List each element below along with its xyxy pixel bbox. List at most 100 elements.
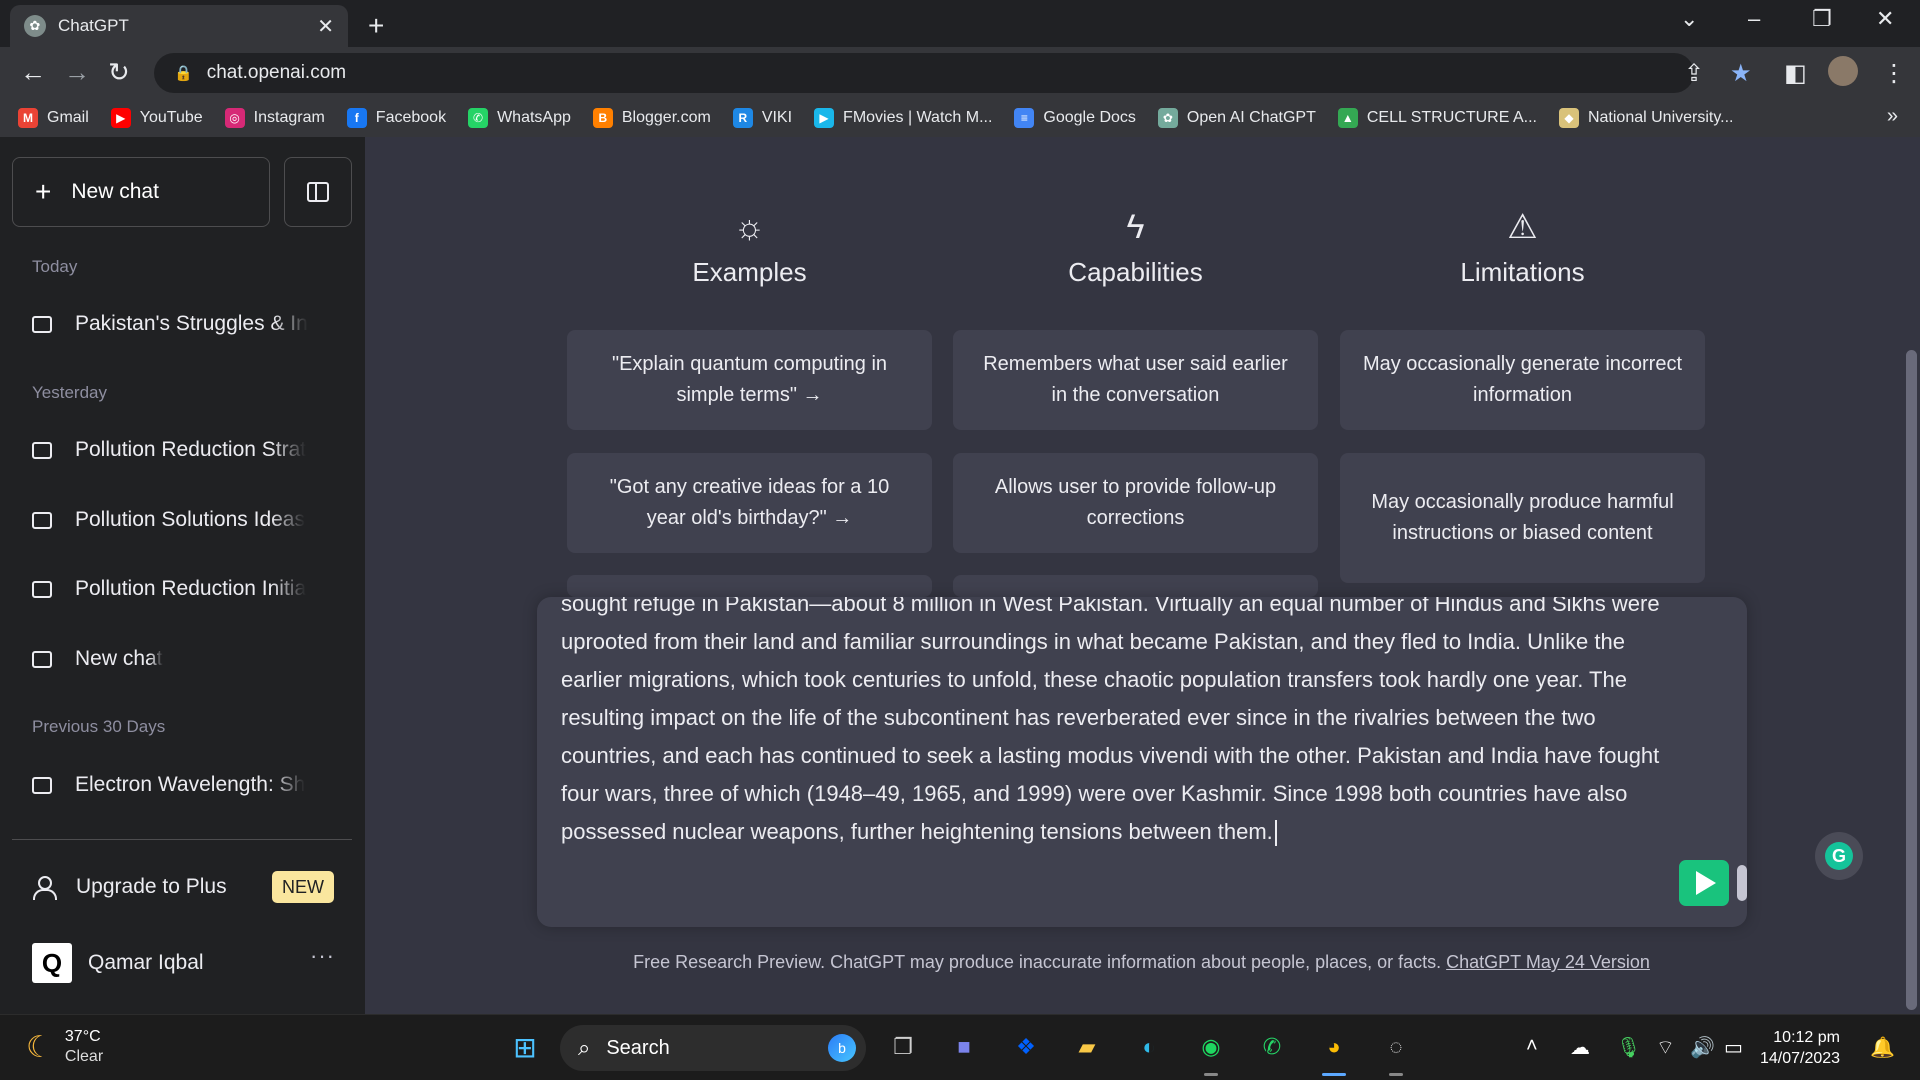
message-input-text[interactable]: sought refuge in Pakistan—about 8 millio… bbox=[561, 597, 1681, 851]
send-button[interactable] bbox=[1679, 860, 1729, 906]
bookmark-favicon-icon: B bbox=[592, 108, 613, 128]
bing-icon[interactable]: b bbox=[828, 1034, 856, 1062]
account-button[interactable]: Q Qamar Iqbal bbox=[32, 943, 204, 983]
clock-time: 10:12 pm bbox=[1773, 1029, 1840, 1046]
upgrade-label: Upgrade to Plus bbox=[76, 875, 227, 898]
sidebar-toggle-button[interactable] bbox=[284, 157, 352, 227]
bookmark-item[interactable]: ▶ FMovies | Watch M... bbox=[814, 108, 992, 128]
running-indicator bbox=[1204, 1073, 1218, 1076]
bookmark-favicon-icon: R bbox=[732, 108, 753, 128]
bookmark-favicon-icon: ▶ bbox=[814, 108, 835, 128]
conversation-item[interactable]: Pakistan's Struggles & In bbox=[32, 312, 332, 336]
card-text: May occasionally generate incorrect info… bbox=[1362, 353, 1683, 406]
column-title: Capabilities bbox=[1068, 257, 1203, 287]
battery-icon[interactable]: ▭ bbox=[1724, 1035, 1743, 1060]
tab-close-icon[interactable]: ✕ bbox=[317, 14, 334, 39]
upgrade-to-plus-button[interactable]: Upgrade to Plus bbox=[32, 875, 227, 900]
bookmark-item[interactable]: ▲ CELL STRUCTURE A... bbox=[1337, 108, 1537, 128]
bookmarks-more-icon[interactable]: » bbox=[1887, 105, 1898, 128]
restore-icon[interactable]: ❐ bbox=[1812, 6, 1832, 32]
main-scrollbar[interactable] bbox=[1906, 350, 1917, 1010]
conversation-item[interactable]: Pollution Reduction Strat bbox=[32, 438, 332, 462]
example-prompt-card[interactable]: "Explain quantum computing in simple ter… bbox=[567, 330, 932, 430]
bookmark-star-icon[interactable]: ★ bbox=[1730, 59, 1752, 88]
column-title: Limitations bbox=[1460, 257, 1585, 287]
conversation-item[interactable]: New chat bbox=[32, 647, 332, 671]
browser-toolbar: ← → ↻ 🔒 chat.openai.com ⇪ ★ ◧ ⋮ bbox=[0, 47, 1920, 99]
example-prompt-card[interactable] bbox=[567, 575, 932, 597]
conversation-title: Pollution Reduction Strat bbox=[75, 438, 307, 461]
notification-icon[interactable]: 🔔 bbox=[1870, 1035, 1895, 1060]
edge-browser-icon[interactable]: ◐ bbox=[1130, 1028, 1168, 1066]
conversation-item[interactable]: Pollution Solutions Ideas bbox=[32, 508, 332, 532]
tab-search-chevron-icon[interactable]: ⌄ bbox=[1680, 6, 1698, 32]
dropbox-icon[interactable]: ❖ bbox=[1007, 1028, 1045, 1066]
limitation-card: May occasionally produce harmful instruc… bbox=[1340, 453, 1705, 583]
task-view-icon[interactable]: ❐ bbox=[884, 1028, 922, 1066]
reload-icon[interactable]: ↻ bbox=[108, 59, 130, 85]
conversation-item[interactable]: Electron Wavelength: Sh bbox=[32, 773, 332, 797]
close-window-icon[interactable]: ✕ bbox=[1876, 6, 1894, 32]
bookmark-item[interactable]: R VIKI bbox=[732, 108, 792, 128]
onedrive-cloud-icon[interactable]: ☁ bbox=[1570, 1035, 1590, 1060]
bookmark-item[interactable]: ✿ Open AI ChatGPT bbox=[1157, 108, 1316, 128]
new-tab-button[interactable]: + bbox=[368, 10, 384, 42]
profile-avatar[interactable] bbox=[1828, 56, 1858, 86]
conversation-title: Pakistan's Struggles & In bbox=[75, 312, 308, 335]
more-options-icon[interactable]: ··· bbox=[310, 943, 335, 969]
chrome-icon[interactable]: ◕ bbox=[1315, 1028, 1353, 1066]
app-icon[interactable]: ◌ bbox=[1377, 1028, 1415, 1066]
chatgpt-favicon-icon: ✿ bbox=[24, 15, 46, 37]
input-scrollbar[interactable] bbox=[1737, 865, 1747, 901]
bookmark-label: Instagram bbox=[253, 109, 325, 126]
search-label: Search bbox=[606, 1036, 670, 1059]
whatsapp-icon[interactable]: ✆ bbox=[1253, 1028, 1291, 1066]
bookmark-favicon-icon: M bbox=[18, 108, 38, 128]
user-name: Qamar Iqbal bbox=[88, 951, 204, 974]
weather-widget[interactable]: ☾ 37°C Clear bbox=[26, 1027, 103, 1067]
sidebar-toggle-icon bbox=[307, 182, 329, 202]
tray-expand-icon[interactable]: ˄ bbox=[1526, 1035, 1538, 1058]
lock-icon[interactable]: 🔒 bbox=[174, 64, 193, 82]
bookmark-label: CELL STRUCTURE A... bbox=[1366, 109, 1537, 126]
taskbar-search[interactable]: ⌕ Search b bbox=[560, 1025, 866, 1071]
file-explorer-icon[interactable]: ▰ bbox=[1068, 1028, 1106, 1066]
menu-kebab-icon[interactable]: ⋮ bbox=[1882, 59, 1906, 88]
browser-tab[interactable]: ✿ ChatGPT ✕ bbox=[10, 5, 348, 47]
bookmarks-bar: M Gmail ▶ YouTube ◎ Instagram f Facebook ✆ WhatsA… bbox=[0, 99, 1920, 137]
microphone-icon[interactable]: 🎙 bbox=[1616, 1035, 1641, 1060]
message-input[interactable]: sought refuge in Pakistan—about 8 millio… bbox=[537, 597, 1747, 927]
grammarly-button[interactable]: G bbox=[1815, 832, 1863, 880]
active-app-indicator bbox=[1322, 1073, 1346, 1076]
volume-icon[interactable]: 🔊 bbox=[1690, 1035, 1715, 1060]
address-bar[interactable]: 🔒 chat.openai.com bbox=[154, 53, 1694, 93]
wifi-icon[interactable]: ⌔ bbox=[1656, 1035, 1675, 1060]
example-prompt-card[interactable]: "Got any creative ideas for a 10 year ol… bbox=[567, 453, 932, 553]
bookmark-item[interactable]: ≡ Google Docs bbox=[1014, 108, 1136, 128]
bookmark-item[interactable]: ▶ YouTube bbox=[110, 108, 203, 128]
share-icon[interactable]: ⇪ bbox=[1684, 59, 1704, 88]
running-indicator bbox=[1389, 1073, 1403, 1076]
back-icon[interactable]: ← bbox=[20, 59, 46, 85]
weather-condition: Clear bbox=[64, 1048, 104, 1065]
bookmark-label: FMovies | Watch M... bbox=[843, 109, 993, 126]
bookmark-item[interactable]: ◎ Instagram bbox=[224, 108, 325, 128]
side-panel-icon[interactable]: ◧ bbox=[1784, 59, 1807, 88]
bookmark-item[interactable]: M Gmail bbox=[18, 108, 89, 128]
clock[interactable]: 10:12 pm 14/07/2023 bbox=[1760, 1027, 1840, 1069]
conversation-item[interactable]: Pollution Reduction Initia bbox=[32, 577, 332, 601]
windows-start-icon[interactable]: ⊞ bbox=[506, 1028, 544, 1066]
spotify-icon[interactable]: ◉ bbox=[1192, 1028, 1230, 1066]
bookmark-item[interactable]: B Blogger.com bbox=[592, 108, 711, 128]
new-chat-button[interactable]: + New chat bbox=[12, 157, 270, 227]
version-link[interactable]: ChatGPT May 24 Version bbox=[1446, 952, 1650, 972]
teams-chat-icon[interactable]: ■ bbox=[945, 1028, 983, 1066]
bookmark-item[interactable]: ✆ WhatsApp bbox=[468, 108, 571, 128]
chat-bubble-icon bbox=[32, 776, 52, 794]
forward-icon[interactable]: → bbox=[64, 59, 90, 85]
bookmark-item[interactable]: f Facebook bbox=[346, 108, 446, 128]
new-badge: NEW bbox=[272, 871, 334, 903]
minimize-icon[interactable]: – bbox=[1748, 6, 1760, 32]
bookmark-item[interactable]: ◆ National University... bbox=[1558, 108, 1734, 128]
bookmark-label: Google Docs bbox=[1043, 109, 1136, 126]
